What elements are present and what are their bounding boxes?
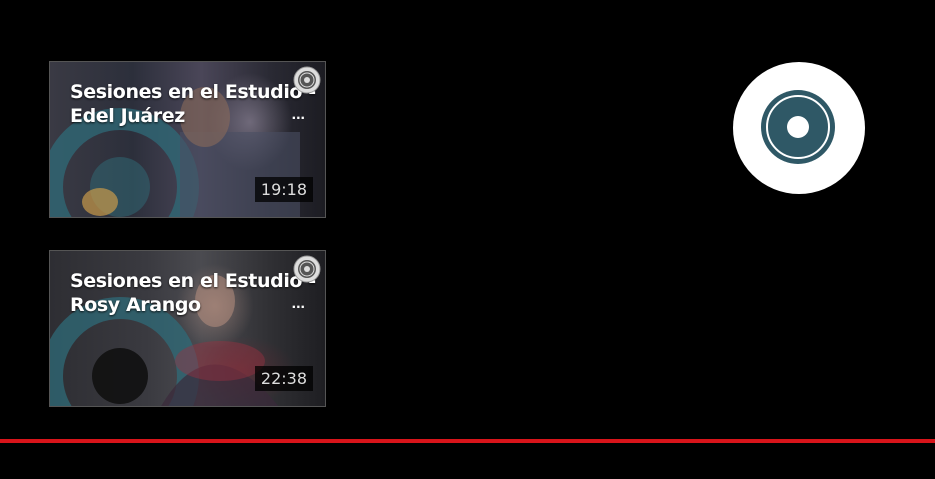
disc-icon	[293, 66, 321, 94]
video-title: Sesiones en el Estudio - Rosy Arango	[70, 269, 316, 317]
disc-icon	[293, 255, 321, 283]
more-ellipsis: ...	[291, 295, 305, 312]
video-title-line2: Edel Juárez	[70, 105, 185, 127]
video-card[interactable]: Sesiones en el Estudio - Edel Juárez ...…	[49, 61, 326, 218]
disc-logo-icon[interactable]	[733, 62, 865, 194]
progress-bar[interactable]	[0, 439, 935, 443]
video-duration: 19:18	[254, 177, 313, 202]
video-duration: 22:38	[254, 366, 313, 391]
video-title-line1: Sesiones en el Estudio -	[70, 81, 316, 103]
more-ellipsis: ...	[291, 106, 305, 123]
video-title: Sesiones en el Estudio - Edel Juárez	[70, 80, 316, 128]
video-title-line1: Sesiones en el Estudio -	[70, 270, 316, 292]
video-title-line2: Rosy Arango	[70, 294, 201, 316]
video-card[interactable]: Sesiones en el Estudio - Rosy Arango ...…	[49, 250, 326, 407]
